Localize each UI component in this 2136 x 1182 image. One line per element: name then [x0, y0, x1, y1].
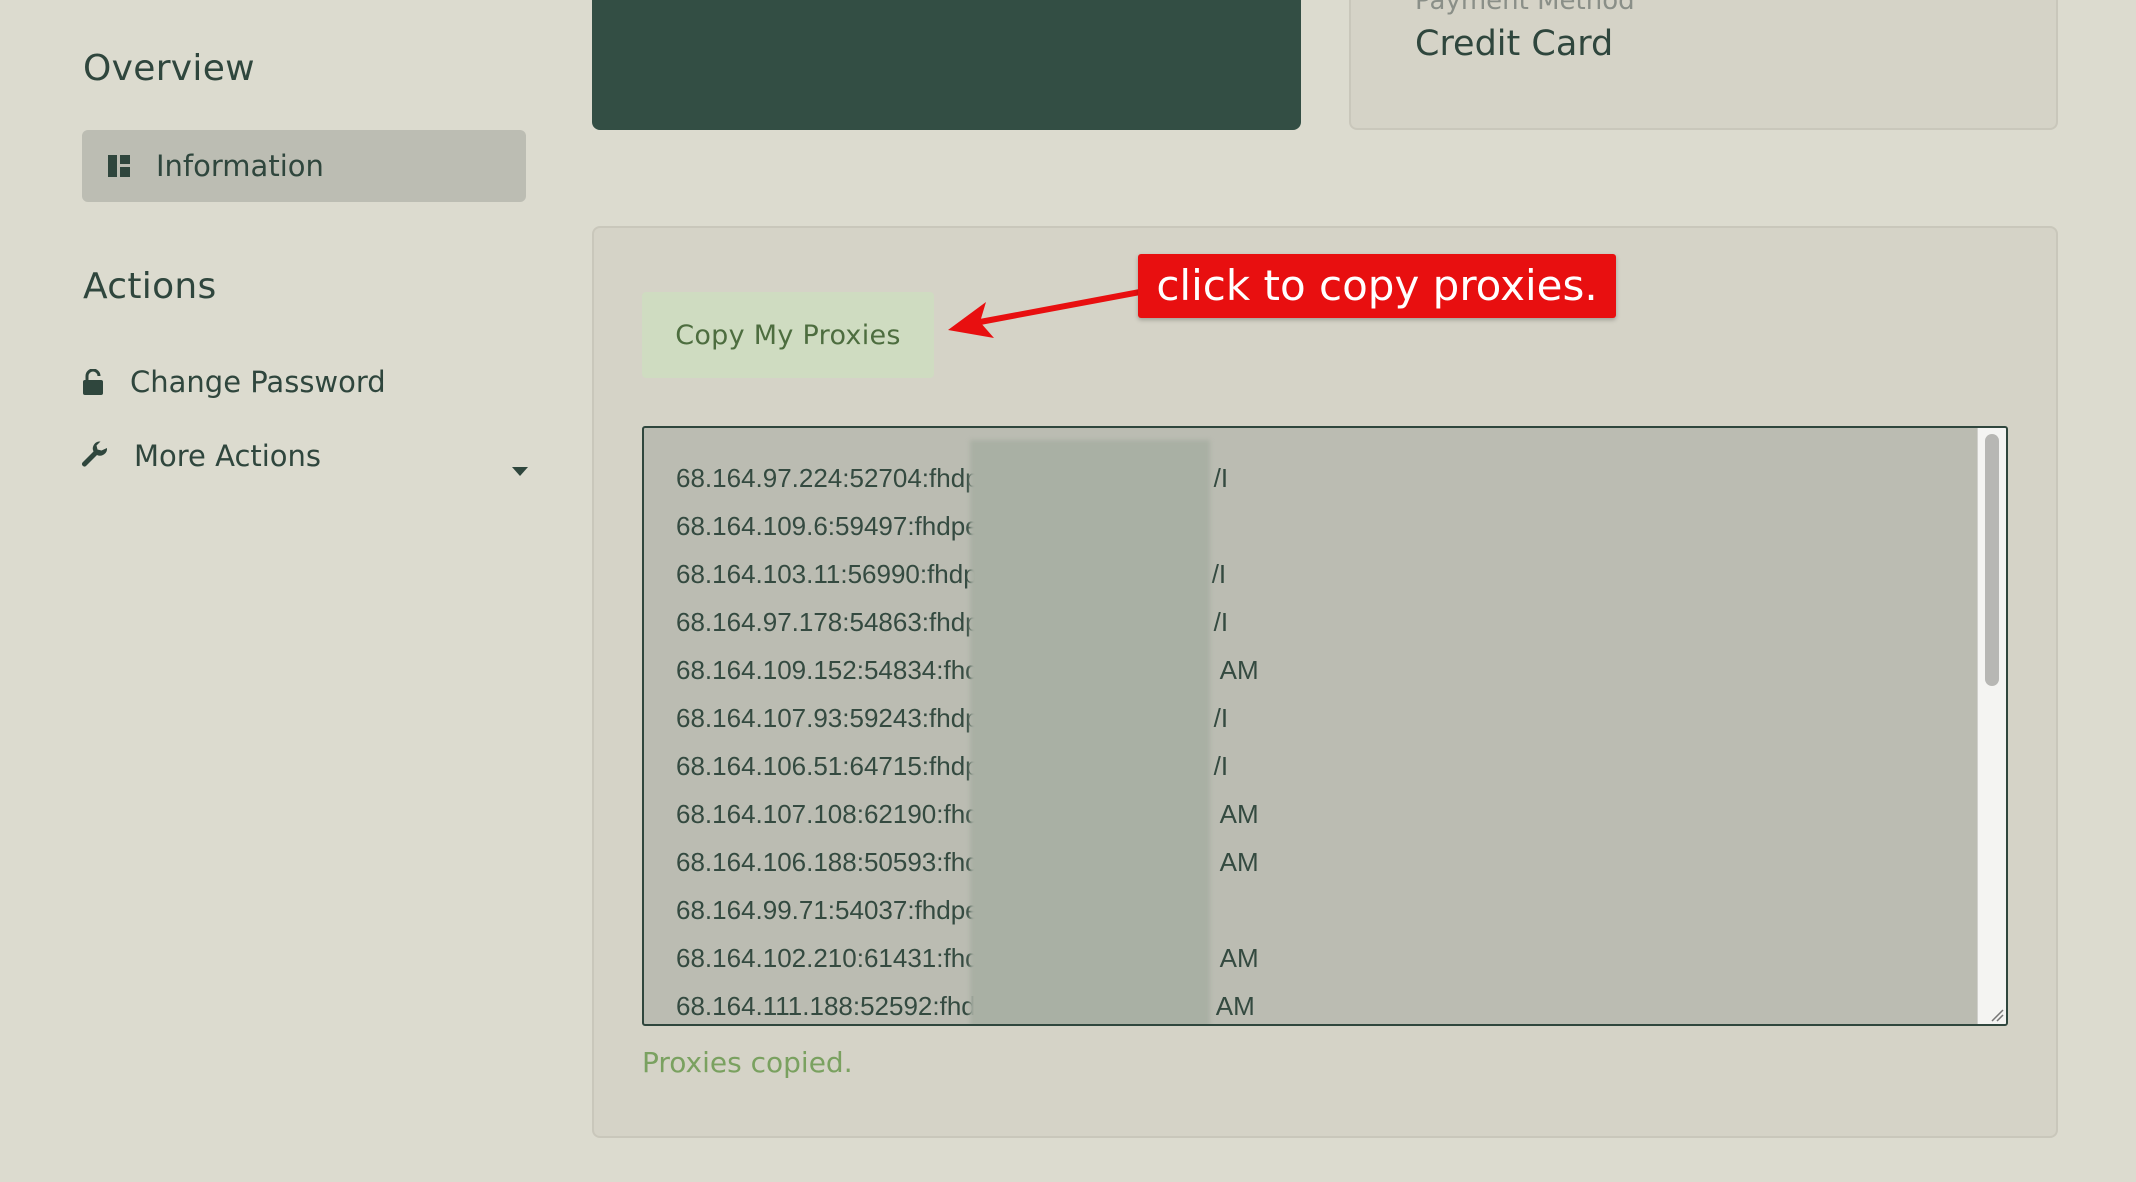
wrench-icon	[80, 441, 110, 471]
proxies-panel: Copy My Proxies 68.164.97.224:52704:fhdp…	[592, 226, 2058, 1138]
dashboard-icon	[104, 151, 134, 181]
scrollbar-thumb[interactable]	[1985, 434, 1999, 686]
textarea-scrollbar[interactable]	[1977, 428, 2006, 1024]
sidebar-item-label: Change Password	[130, 365, 386, 399]
sidebar-item-label: More Actions	[134, 439, 322, 473]
copy-status-message: Proxies copied.	[642, 1046, 853, 1079]
sidebar-item-more-actions[interactable]: More Actions	[80, 436, 530, 476]
sidebar-item-information[interactable]: Information	[82, 130, 526, 202]
actions-heading: Actions	[83, 266, 217, 307]
chevron-down-icon	[512, 450, 528, 484]
resize-handle-icon[interactable]	[1988, 1006, 2004, 1022]
annotation-label: click to copy proxies.	[1138, 254, 1616, 318]
overview-heading: Overview	[83, 48, 255, 89]
copy-proxies-button[interactable]: Copy My Proxies	[642, 292, 934, 378]
summary-card	[592, 0, 1301, 130]
payment-method-card: Payment Method Credit Card	[1349, 0, 2058, 130]
payment-method-label: Payment Method	[1415, 0, 1635, 16]
proxy-textarea[interactable]: 68.164.97.224:52704:fhdp/I 68.164.109.6:…	[642, 426, 2008, 1026]
annotation-arrow-icon	[948, 289, 1141, 338]
sidebar-item-change-password[interactable]: Change Password	[82, 362, 386, 402]
redaction-blur	[970, 440, 1210, 1024]
payment-method-value: Credit Card	[1415, 24, 1614, 64]
sidebar-item-label: Information	[156, 149, 324, 183]
lock-icon	[82, 367, 104, 397]
